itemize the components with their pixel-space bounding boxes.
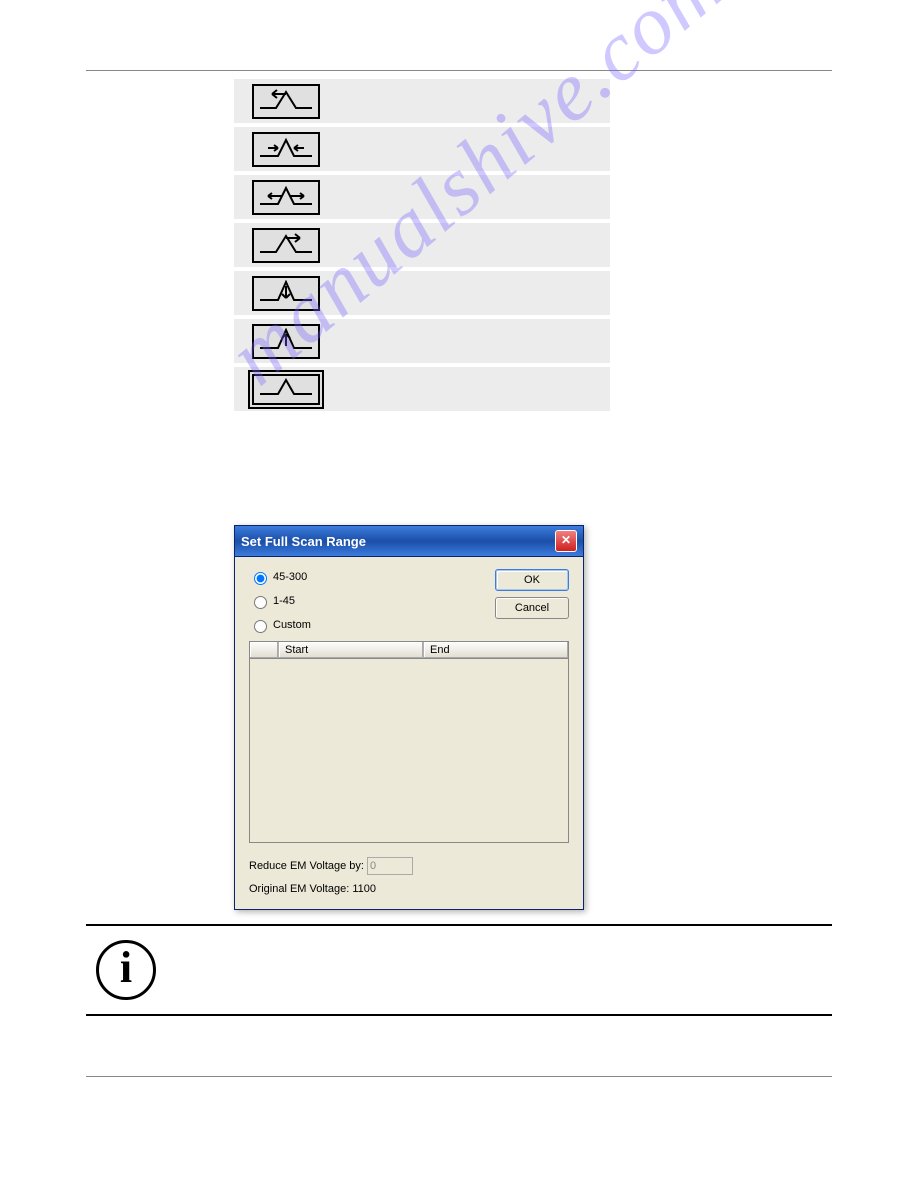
close-icon[interactable]: ✕: [555, 530, 577, 552]
peak-height-down-icon[interactable]: [252, 276, 320, 311]
radio-label: 1-45: [273, 595, 295, 607]
radio-45-300[interactable]: [254, 572, 267, 585]
toolbar-icon-table: [234, 79, 610, 415]
peak-full-view-icon[interactable]: [252, 374, 320, 405]
dialog-title: Set Full Scan Range: [241, 534, 366, 549]
radio-label: Custom: [273, 619, 311, 631]
peak-narrow-icon[interactable]: [252, 132, 320, 167]
scan-range-listview[interactable]: Start End: [249, 641, 569, 843]
column-blank[interactable]: [250, 642, 279, 658]
reduce-em-label: Reduce EM Voltage by:: [249, 860, 364, 872]
set-full-scan-range-dialog: Set Full Scan Range ✕ OK Cancel 45-300 1…: [234, 525, 584, 910]
peak-widen-icon[interactable]: [252, 180, 320, 215]
peak-height-up-icon[interactable]: [252, 324, 320, 359]
column-start[interactable]: Start: [279, 642, 424, 658]
reduce-em-input: [367, 857, 413, 875]
ok-button[interactable]: OK: [495, 569, 569, 591]
radio-custom[interactable]: [254, 620, 267, 633]
info-note-row: i: [86, 924, 832, 1016]
peak-shift-right-icon[interactable]: [252, 228, 320, 263]
radio-label: 45-300: [273, 571, 307, 583]
listview-header: Start End: [250, 642, 568, 659]
column-end[interactable]: End: [424, 642, 568, 658]
dialog-titlebar: Set Full Scan Range ✕: [235, 526, 583, 557]
original-em-label: Original EM Voltage: 1100: [249, 883, 569, 895]
top-divider: [86, 70, 832, 71]
peak-shift-left-icon[interactable]: [252, 84, 320, 119]
info-icon: i: [96, 940, 156, 1000]
cancel-button[interactable]: Cancel: [495, 597, 569, 619]
radio-1-45[interactable]: [254, 596, 267, 609]
